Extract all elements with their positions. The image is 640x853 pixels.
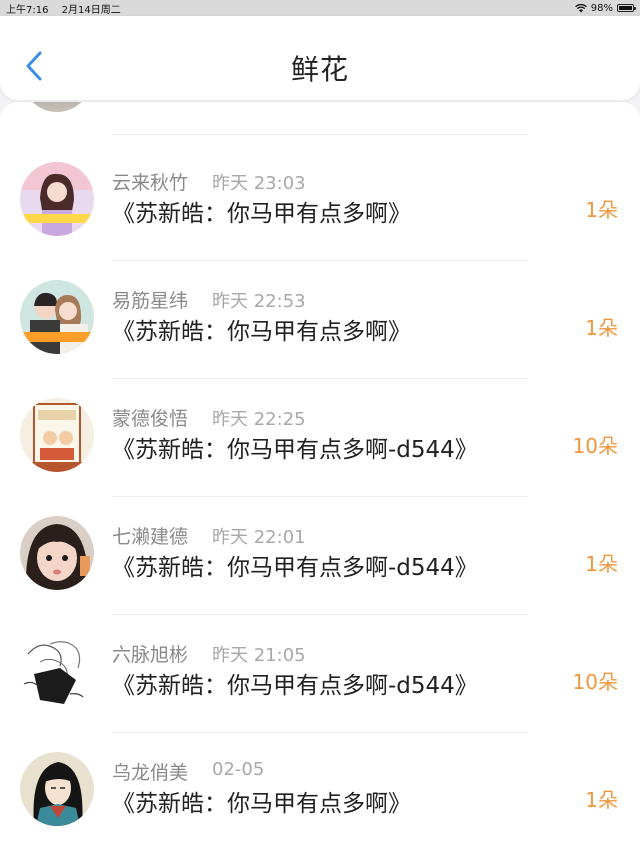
list-item[interactable]: 易筋星纬 昨天 22:53 《苏新皓：你马甲有点多啊》 1朵 [0, 260, 640, 378]
flower-count: 1朵 [585, 316, 618, 340]
avatar [20, 398, 94, 472]
list-item[interactable]: 云来秋竹 昨天 23:03 《苏新皓：你马甲有点多啊》 1朵 [0, 142, 640, 260]
book-title: 《苏新皓：你马甲有点多啊》 [112, 201, 411, 227]
battery-icon [617, 4, 636, 12]
avatar [20, 162, 94, 236]
gift-time: 昨天 23:03 [212, 173, 306, 194]
flower-count: 1朵 [585, 788, 618, 812]
battery-fill [619, 6, 632, 10]
gift-time: 昨天 22:25 [212, 409, 306, 430]
status-right: 98% [574, 2, 636, 14]
sender-name: 蒙德俊悟 [112, 408, 189, 430]
list-divider [112, 134, 528, 135]
gift-time: 昨天 22:01 [212, 527, 306, 548]
book-title: 《苏新皓：你马甲有点多啊-d544》 [112, 437, 478, 463]
gift-list[interactable]: 云来秋竹 昨天 23:03 《苏新皓：你马甲有点多啊》 1朵 易筋星纬 昨天 2… [0, 102, 640, 853]
flower-count: 10朵 [572, 670, 618, 694]
sender-name: 乌龙俏美 [112, 762, 189, 784]
list-item[interactable]: 乌龙俏美 02-05 《苏新皓：你马甲有点多啊》 1朵 [0, 732, 640, 850]
navigation-bar: 鲜花 [0, 16, 640, 100]
page-title: 鲜花 [290, 53, 349, 86]
list-item[interactable]: 七濑建德 昨天 22:01 《苏新皓：你马甲有点多啊-d544》 1朵 [0, 496, 640, 614]
avatar [20, 752, 94, 826]
gift-time: 02-05 [212, 759, 265, 780]
flower-count: 1朵 [585, 198, 618, 222]
avatar [22, 102, 92, 112]
partial-list-item[interactable] [0, 102, 640, 120]
avatar [20, 634, 94, 708]
wifi-icon [574, 3, 587, 12]
status-date: 2月14日周二 [61, 4, 121, 16]
flower-count: 1朵 [585, 552, 618, 576]
book-title: 《苏新皓：你马甲有点多啊-d544》 [112, 555, 478, 581]
avatar [20, 280, 94, 354]
book-title: 《苏新皓：你马甲有点多啊》 [112, 319, 411, 345]
status-bar: 上午7:16 2月14日周二 98% [0, 0, 640, 16]
sender-name: 易筋星纬 [112, 290, 189, 312]
gift-time: 昨天 21:05 [212, 645, 306, 666]
sender-name: 六脉旭彬 [112, 644, 189, 666]
book-title: 《苏新皓：你马甲有点多啊-d544》 [112, 673, 478, 699]
book-title: 《苏新皓：你马甲有点多啊》 [112, 791, 411, 817]
status-left: 上午7:16 2月14日周二 [6, 1, 131, 16]
battery-percent: 98% [590, 2, 613, 14]
avatar [20, 516, 94, 590]
list-item[interactable]: 六脉旭彬 昨天 21:05 《苏新皓：你马甲有点多啊-d544》 10朵 [0, 614, 640, 732]
list-item[interactable]: 蒙德俊悟 昨天 22:25 《苏新皓：你马甲有点多啊-d544》 10朵 [0, 378, 640, 496]
gift-time: 昨天 22:53 [212, 291, 306, 312]
flower-count: 10朵 [572, 434, 618, 458]
sender-name: 云来秋竹 [112, 172, 189, 194]
status-time: 上午7:16 [6, 4, 49, 16]
sender-name: 七濑建德 [112, 526, 189, 548]
